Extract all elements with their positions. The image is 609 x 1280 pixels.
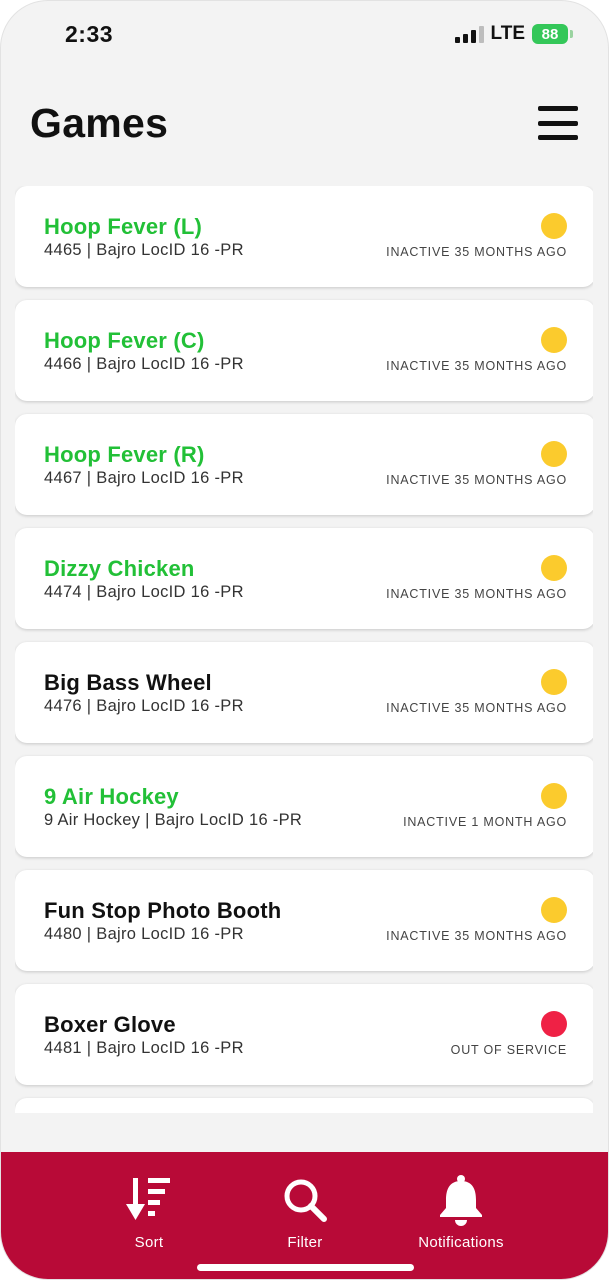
- page-title: Games: [30, 99, 169, 146]
- game-name: 9 Air Hockey: [44, 784, 179, 809]
- status-indicator-icon: [541, 327, 567, 353]
- tab-sort[interactable]: Sort: [125, 1174, 173, 1251]
- game-name: Hoop Fever (R): [44, 442, 205, 467]
- tab-filter[interactable]: Filter: [281, 1174, 329, 1251]
- network-type: LTE: [490, 23, 525, 44]
- game-card[interactable]: Boxer Glove 4481 | Bajro LocID 16 -PR OUT …: [15, 984, 593, 1085]
- hamburger-menu-icon[interactable]: [538, 106, 578, 140]
- game-status: INACTIVE 1 MONTH AGO: [403, 815, 567, 829]
- game-card[interactable]: Dizzy Chicken 4474 | Bajro LocID 16 -PR IN…: [15, 528, 593, 629]
- game-status: INACTIVE 35 MONTHS AGO: [386, 929, 567, 943]
- game-status: OUT OF SERVICE: [450, 1043, 567, 1057]
- bell-icon: [437, 1174, 485, 1226]
- game-subtitle: 4480 | Bajro LocID 16 -PR: [44, 925, 244, 943]
- game-card[interactable]: Hoop Fever (R) 4467 | Bajro LocID 16 -PR I…: [15, 414, 593, 515]
- tab-notifications[interactable]: Notifications: [417, 1174, 505, 1251]
- game-subtitle: 4481 | Bajro LocID 16 -PR: [44, 1039, 244, 1057]
- tab-sort-label: Sort: [134, 1234, 164, 1251]
- game-status: INACTIVE 35 MONTHS AGO: [386, 701, 567, 715]
- game-subtitle: 4476 | Bajro LocID 16 -PR: [44, 697, 244, 715]
- status-indicator-icon: [541, 555, 567, 581]
- status-time: 2:33: [65, 21, 114, 47]
- battery-icon: 88: [532, 24, 573, 44]
- game-name: Boxer Glove: [44, 1012, 176, 1037]
- status-bar: 2:33 LTE 88: [1, 1, 608, 67]
- game-subtitle: 4465 | Bajro LocID 16 -PR: [44, 241, 244, 259]
- game-name: Hoop Fever (C): [44, 328, 205, 353]
- game-status: INACTIVE 35 MONTHS AGO: [386, 359, 567, 373]
- tab-notifications-label: Notifications: [418, 1234, 504, 1251]
- sort-descending-icon: [125, 1174, 173, 1226]
- game-name: Hoop Fever (L): [44, 214, 203, 239]
- game-card-partial[interactable]: [15, 1098, 593, 1113]
- tab-filter-label: Filter: [287, 1234, 323, 1251]
- status-indicator-icon: [541, 213, 567, 239]
- game-subtitle: 4474 | Bajro LocID 16 -PR: [44, 583, 244, 601]
- game-card[interactable]: 9 Air Hockey 9 Air Hockey | Bajro LocID 1…: [15, 756, 593, 857]
- cellular-signal-icon: [454, 25, 484, 43]
- game-name: Dizzy Chicken: [44, 556, 195, 581]
- battery-level: 88: [541, 25, 559, 43]
- game-card[interactable]: Hoop Fever (C) 4466 | Bajro LocID 16 -PR I…: [15, 300, 593, 401]
- game-card[interactable]: Hoop Fever (L) 4465 | Bajro LocID 16 -PR I…: [15, 186, 593, 287]
- game-status: INACTIVE 35 MONTHS AGO: [386, 245, 567, 259]
- phone-screen: 2:33 LTE 88 Games Hoop Fever (L) 4465 | B…: [0, 0, 609, 1280]
- games-list[interactable]: Hoop Fever (L) 4465 | Bajro LocID 16 -PR I…: [15, 186, 593, 1113]
- game-status: INACTIVE 35 MONTHS AGO: [386, 587, 567, 601]
- game-subtitle: 9 Air Hockey | Bajro LocID 16 -PR: [44, 811, 303, 829]
- game-subtitle: 4467 | Bajro LocID 16 -PR: [44, 469, 244, 487]
- home-indicator: [197, 1264, 414, 1271]
- game-subtitle: 4466 | Bajro LocID 16 -PR: [44, 355, 244, 373]
- status-indicator-icon: [541, 441, 567, 467]
- status-indicator-icon: [541, 669, 567, 695]
- search-icon: [281, 1174, 329, 1226]
- status-indicator-icon: [541, 897, 567, 923]
- game-name: Fun Stop Photo Booth: [44, 898, 282, 923]
- game-name: Big Bass Wheel: [44, 670, 212, 695]
- header: Games: [30, 97, 578, 149]
- game-card[interactable]: Big Bass Wheel 4476 | Bajro LocID 16 -PR I…: [15, 642, 593, 743]
- bottom-tab-bar: Sort Filter Notifications: [1, 1152, 608, 1279]
- game-status: INACTIVE 35 MONTHS AGO: [386, 473, 567, 487]
- status-indicator-icon: [541, 783, 567, 809]
- game-card[interactable]: Fun Stop Photo Booth 4480 | Bajro LocID 1…: [15, 870, 593, 971]
- status-indicator-icon: [541, 1011, 567, 1037]
- status-indicators: LTE 88: [454, 23, 573, 45]
